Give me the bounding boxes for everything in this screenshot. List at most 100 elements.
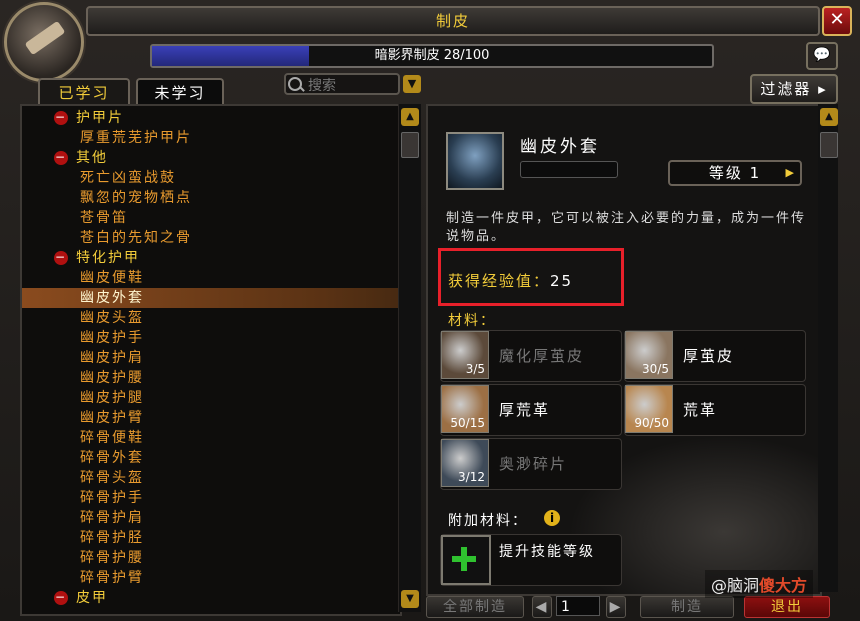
tradeskill-window: 制皮 ✕ 暗影界制皮 28/100 💬 已学习 未学习 搜索 ▼ 过滤器 ▸ −… — [0, 0, 860, 621]
increment-icon[interactable]: ▶ — [606, 596, 626, 618]
material-slot[interactable]: 30/5 厚茧皮 — [624, 330, 806, 382]
list-category[interactable]: − 特化护甲 — [22, 248, 400, 268]
material-name: 奥渺碎片 — [499, 455, 568, 473]
material-slot[interactable]: 3/12 奥渺碎片 — [440, 438, 622, 490]
list-item[interactable]: 幽皮护肩 — [22, 348, 400, 368]
list-item[interactable]: 碎骨护手 — [22, 488, 400, 508]
list-item[interactable]: 幽皮便鞋 — [22, 268, 400, 288]
watermark-brand: 傻大方 — [759, 576, 808, 595]
xp-label: 获得经验值： — [448, 272, 551, 290]
list-item-label: 碎骨护胫 — [80, 530, 144, 546]
list-item-label: 幽皮护手 — [80, 330, 144, 346]
list-item[interactable]: 碎骨外套 — [22, 448, 400, 468]
list-item[interactable]: 苍白的先知之骨 — [22, 228, 400, 248]
detail-scroll-thumb[interactable] — [820, 132, 838, 158]
list-item[interactable]: 幽皮头盔 — [22, 308, 400, 328]
material-slot[interactable]: 90/50 荒革 — [624, 384, 806, 436]
list-item-label: 幽皮头盔 — [80, 310, 144, 326]
exit-button[interactable]: 退出 — [744, 596, 830, 618]
item-chest-icon[interactable] — [446, 132, 504, 190]
list-item[interactable]: 幽皮外套 — [22, 288, 400, 308]
material-icon: 3/12 — [441, 439, 489, 487]
filter-label: 过滤器 — [760, 80, 812, 98]
list-item-label: 厚重荒芜护甲片 — [80, 130, 192, 146]
craft-all-button[interactable]: 全部制造 — [426, 596, 524, 618]
decrement-icon[interactable]: ◀ — [532, 596, 552, 618]
list-item-label: 碎骨护腰 — [80, 550, 144, 566]
list-item-label: 碎骨头盔 — [80, 470, 144, 486]
list-item[interactable]: 死亡凶蛮战鼓 — [22, 168, 400, 188]
list-item-label: 特化护甲 — [76, 250, 140, 266]
list-item-label: 苍白的先知之骨 — [80, 230, 192, 246]
extra-material-slot[interactable]: 提升技能等级 — [440, 534, 622, 586]
search-icon — [288, 77, 302, 91]
chat-link-button[interactable]: 💬 — [806, 42, 838, 70]
list-item-label: 幽皮护腿 — [80, 390, 144, 406]
list-item[interactable]: 飘忽的宠物栖点 — [22, 188, 400, 208]
list-item-label: 幽皮便鞋 — [80, 270, 144, 286]
list-item-label: 其他 — [76, 150, 108, 166]
collapse-icon[interactable]: − — [54, 151, 68, 165]
list-item[interactable]: 碎骨护胫 — [22, 528, 400, 548]
material-slot[interactable]: 3/5 魔化厚茧皮 — [440, 330, 622, 382]
collapse-icon[interactable]: − — [54, 111, 68, 125]
tab-learned[interactable]: 已学习 — [38, 78, 130, 106]
scroll-down-icon[interactable]: ▼ — [401, 590, 419, 608]
list-item[interactable]: 幽皮护腿 — [22, 388, 400, 408]
list-item-label: 皮甲 — [76, 590, 108, 606]
list-item[interactable]: 碎骨头盔 — [22, 468, 400, 488]
material-name: 魔化厚茧皮 — [499, 347, 585, 365]
list-item[interactable]: 碎骨护肩 — [22, 508, 400, 528]
quantity-input[interactable]: 1 — [556, 596, 600, 616]
material-icon: 30/5 — [625, 331, 673, 379]
detail-scroll-up-icon[interactable]: ▲ — [820, 108, 838, 126]
xp-gain: 获得经验值：25 — [448, 270, 573, 291]
recipe-detail-panel: 幽皮外套 等级 1 ▶ 制造一件皮甲，它可以被注入必要的力量，成为一件传说物品。 … — [426, 104, 822, 596]
xp-value: 25 — [550, 272, 574, 290]
search-dropdown-icon[interactable]: ▼ — [403, 75, 421, 93]
list-item-label: 幽皮护肩 — [80, 350, 144, 366]
materials-label: 材料： — [448, 313, 496, 329]
collapse-icon[interactable]: − — [54, 251, 68, 265]
filter-button[interactable]: 过滤器 ▸ — [750, 74, 838, 104]
material-count: 50/15 — [450, 416, 485, 430]
bottom-bar: 全部制造 ◀ 1 ▶ 制造 退出 — [426, 596, 840, 618]
list-item[interactable]: 幽皮护腰 — [22, 368, 400, 388]
material-icon: 50/15 — [441, 385, 489, 433]
material-count: 3/5 — [465, 362, 485, 376]
list-item-label: 苍骨笛 — [80, 210, 128, 226]
level-dropdown[interactable]: 等级 1 ▶ — [668, 160, 802, 186]
list-category[interactable]: − 皮甲 — [22, 588, 400, 608]
tab-unlearned[interactable]: 未学习 — [136, 78, 224, 106]
material-count: 3/12 — [458, 470, 485, 484]
list-item[interactable]: 幽皮护臂 — [22, 408, 400, 428]
material-name: 厚茧皮 — [683, 347, 735, 365]
list-item-label: 碎骨护手 — [80, 490, 144, 506]
info-icon[interactable]: i — [544, 510, 560, 526]
skill-progress-label: 暗影界制皮 28/100 — [374, 48, 490, 63]
extra-material-label: 提升技能等级 — [499, 544, 595, 560]
list-item[interactable]: 碎骨护臂 — [22, 568, 400, 588]
collapse-icon[interactable]: − — [54, 591, 68, 605]
material-icon: 90/50 — [625, 385, 673, 433]
list-item-label: 碎骨外套 — [80, 450, 144, 466]
plus-icon — [441, 535, 491, 585]
material-slot[interactable]: 50/15 厚荒革 — [440, 384, 622, 436]
material-name: 荒革 — [683, 401, 718, 419]
close-button[interactable]: ✕ — [822, 6, 852, 36]
list-category[interactable]: − 其他 — [22, 148, 400, 168]
detail-scrollbar[interactable]: ▲ — [818, 104, 838, 592]
craft-button[interactable]: 制造 — [640, 596, 734, 618]
list-item[interactable]: 苍骨笛 — [22, 208, 400, 228]
list-item[interactable]: 碎骨便鞋 — [22, 428, 400, 448]
list-item[interactable]: 厚重荒芜护甲片 — [22, 128, 400, 148]
watermark: @脑洞傻大方 — [705, 570, 814, 598]
list-category[interactable]: − 护甲片 — [22, 108, 400, 128]
scroll-thumb[interactable] — [401, 132, 419, 158]
list-item[interactable]: 幽皮护手 — [22, 328, 400, 348]
list-item-label: 护甲片 — [76, 110, 124, 126]
scroll-up-icon[interactable]: ▲ — [401, 108, 419, 126]
recipe-list-scrollbar[interactable]: ▲ ▼ — [398, 104, 421, 612]
extra-materials-label: 附加材料： — [448, 513, 528, 529]
list-item[interactable]: 碎骨护腰 — [22, 548, 400, 568]
